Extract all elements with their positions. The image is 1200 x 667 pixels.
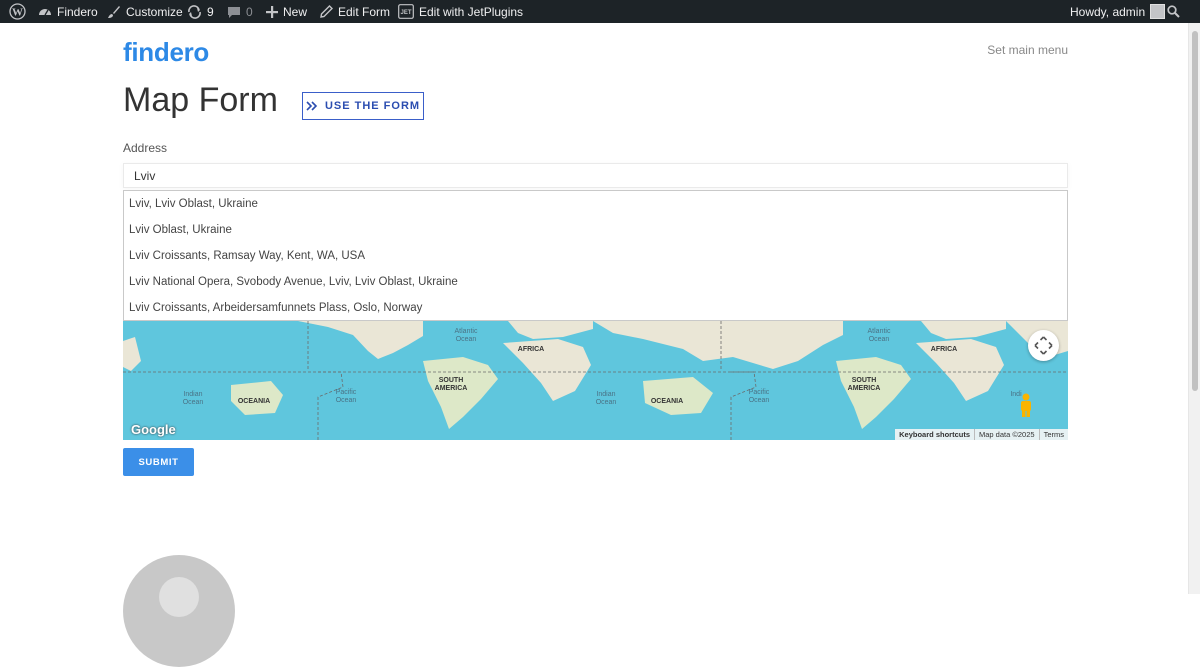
autocomplete-dropdown: Lviv, Lviv Oblast, Ukraine Lviv Oblast, …: [123, 190, 1068, 321]
updates-menu[interactable]: 9: [187, 0, 214, 23]
submit-button[interactable]: SUBMIT: [123, 448, 194, 476]
map-label: Ocean: [456, 336, 477, 343]
use-the-form-button[interactable]: USE THE FORM: [302, 92, 424, 120]
map-label: AMERICA: [848, 385, 881, 392]
new-label: New: [283, 4, 308, 19]
brush-icon: [108, 5, 120, 18]
avatar-head: [159, 577, 199, 617]
pacific-boundary-2: [730, 371, 757, 440]
map-label: OCEANIA: [651, 398, 683, 405]
jetplugins-label: Edit with JetPlugins: [419, 4, 524, 19]
map-label: Atlantic: [868, 328, 891, 335]
search-icon: [1167, 5, 1180, 18]
double-chevron-icon: [306, 101, 318, 111]
customize-label: Customize: [126, 4, 183, 19]
land-europe: [508, 321, 593, 339]
fullscreen-icon: [1034, 336, 1053, 355]
map-label: Indi: [1010, 391, 1022, 398]
land-south-america-2: [836, 357, 911, 429]
map-label: Indian: [183, 391, 202, 398]
map-label: SOUTH: [852, 377, 877, 384]
terms-link[interactable]: Terms: [1038, 429, 1068, 440]
comments-count: 0: [246, 4, 253, 19]
jetplugins-menu[interactable]: JET Edit with JetPlugins: [398, 0, 523, 23]
map-data-text: Map data ©2025: [974, 429, 1039, 440]
map-label: Ocean: [183, 399, 204, 406]
edit-form-label: Edit Form: [338, 4, 391, 19]
land-south-america: [423, 357, 498, 429]
map-label: Ocean: [336, 397, 357, 404]
jet-icon: JET: [398, 4, 414, 19]
map-label: AFRICA: [931, 346, 957, 353]
map-label: OCEANIA: [238, 398, 270, 405]
greeting: Howdy, admin: [1070, 4, 1146, 19]
wordpress-logo[interactable]: W: [9, 0, 26, 23]
updates-count: 9: [207, 4, 214, 19]
comment-icon: [228, 6, 240, 18]
scrollbar-thumb[interactable]: [1192, 31, 1198, 391]
map-label: Ocean: [869, 336, 890, 343]
map-label: Pacific: [336, 389, 357, 396]
site-name-menu[interactable]: Findero: [38, 0, 98, 23]
wordpress-icon: W: [9, 3, 26, 20]
pencil-icon: [320, 5, 333, 18]
page-scrollbar[interactable]: [1188, 23, 1200, 594]
google-logo-text: Google: [131, 422, 176, 437]
suggestion-item[interactable]: Lviv Croissants, Ramsay Way, Kent, WA, U…: [124, 243, 1067, 269]
suggestion-item[interactable]: Lviv National Opera, Svobody Avenue, Lvi…: [124, 269, 1067, 295]
edit-form-menu[interactable]: Edit Form: [320, 0, 390, 23]
address-label: Address: [123, 141, 168, 155]
land-africa: [503, 339, 591, 401]
main-menu-link[interactable]: Set main menu: [987, 43, 1068, 57]
admin-avatar: [1150, 4, 1166, 19]
suggestion-item[interactable]: Lviv Croissants, Arbeidersamfunnets Plas…: [124, 295, 1067, 321]
land-africa-2: [916, 339, 1004, 401]
site-name: Findero: [57, 4, 98, 19]
land-west-edge: [123, 337, 141, 371]
avatar-placeholder: [123, 555, 235, 667]
map-label: AFRICA: [518, 346, 544, 353]
map-fullscreen-control[interactable]: [1028, 330, 1059, 361]
map-label: Pacific: [749, 389, 770, 396]
my-account-menu[interactable]: Howdy, admin: [1070, 0, 1166, 23]
customize-menu[interactable]: Customize: [107, 0, 183, 23]
map-label: Ocean: [749, 397, 770, 404]
google-map[interactable]: Atlantic Ocean Indian Ocean Pacific Ocea…: [123, 321, 1068, 440]
map-label: Atlantic: [455, 328, 478, 335]
svg-text:W: W: [12, 7, 23, 19]
map-label: Indian: [596, 391, 615, 398]
pegman-icon[interactable]: [1021, 393, 1031, 418]
map-label: SOUTH: [439, 377, 464, 384]
page-body: findero Set main menu Map Form USE THE F…: [0, 23, 1188, 667]
site-logo[interactable]: findero: [123, 37, 209, 68]
dashboard-icon: [39, 8, 51, 15]
address-input[interactable]: [123, 163, 1068, 188]
plus-icon: [266, 5, 278, 18]
page-title: Map Form: [123, 81, 278, 119]
map-label: Ocean: [596, 399, 617, 406]
keyboard-shortcuts-link[interactable]: Keyboard shortcuts: [895, 429, 974, 440]
land-europe-2: [921, 321, 1006, 339]
use-the-form-label: USE THE FORM: [324, 100, 421, 112]
suggestion-item[interactable]: Lviv, Lviv Oblast, Ukraine: [124, 191, 1067, 217]
map-attribution: Keyboard shortcuts Map data ©2025 Terms: [895, 429, 1068, 440]
refresh-icon: [188, 4, 201, 19]
land-north-america: [298, 321, 423, 359]
land-australia: [643, 377, 713, 415]
pacific-boundary-1: [317, 371, 344, 440]
svg-text:JET: JET: [400, 10, 411, 16]
map-canvas[interactable]: Atlantic Ocean Indian Ocean Pacific Ocea…: [123, 321, 1068, 440]
map-label: AMERICA: [435, 385, 468, 392]
search-toggle[interactable]: [1167, 0, 1180, 23]
comments-menu[interactable]: 0: [227, 0, 253, 23]
new-content-menu[interactable]: New: [266, 0, 307, 23]
suggestion-item[interactable]: Lviv Oblast, Ukraine: [124, 217, 1067, 243]
google-logo: Google: [131, 422, 176, 437]
admin-bar: W Findero Customize 9 0 New Edit Form JE…: [0, 0, 1200, 23]
